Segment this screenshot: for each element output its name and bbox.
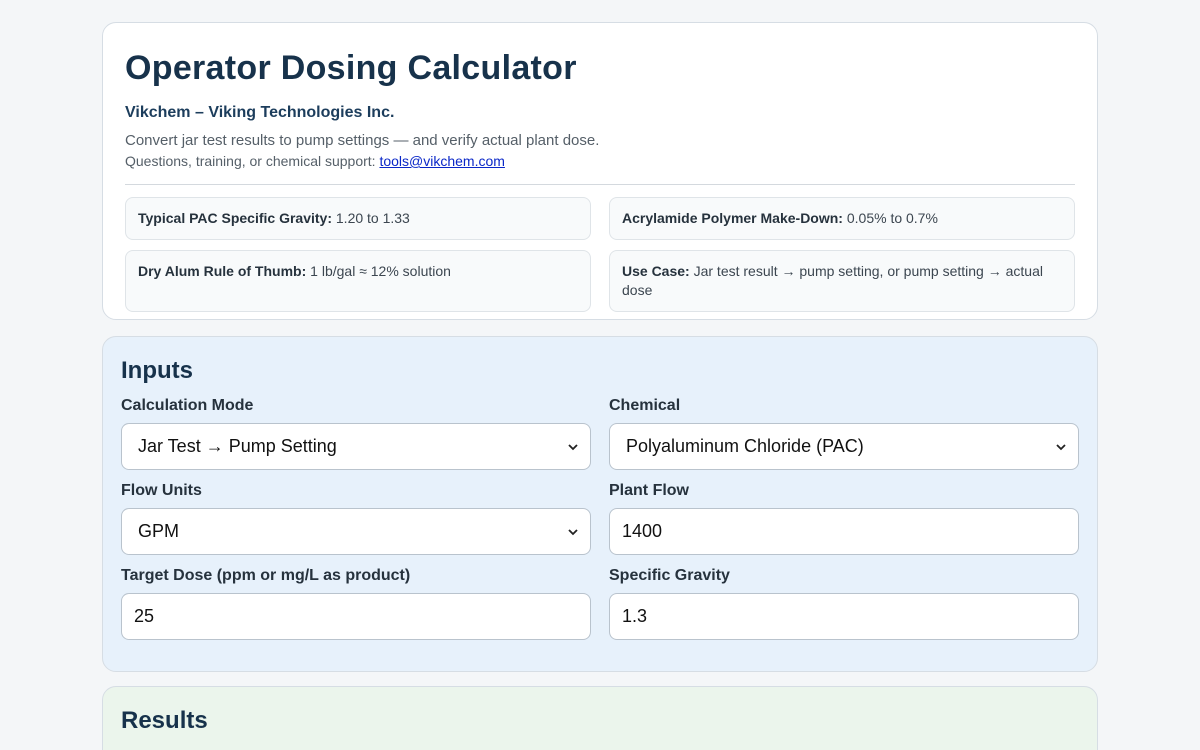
specific-gravity-value: 1.3 [622,606,648,626]
flow-units-select[interactable]: GPM [121,508,591,555]
fact-value: 1 lb/gal ≈ 12% solution [310,263,451,279]
chevron-down-icon [1056,443,1066,450]
chemical-value: Polyaluminum Chloride (PAC) [626,436,864,456]
specific-gravity-field: Specific Gravity 1.3 [609,567,1079,640]
facts-grid: Typical PAC Specific Gravity: 1.20 to 1.… [125,197,1075,312]
header-card: Operator Dosing Calculator Vikchem – Vik… [102,22,1098,320]
fact-value: 1.20 to 1.33 [335,210,410,226]
plant-flow-input[interactable]: 1400 [609,508,1079,555]
contact-line: Questions, training, or chemical support… [125,153,1075,169]
inputs-title: Inputs [121,357,193,384]
plant-flow-label: Plant Flow [609,482,689,499]
divider [125,184,1075,185]
chemical-select[interactable]: Polyaluminum Chloride (PAC) [609,423,1079,470]
fact-label: Acrylamide Polymer Make-Down: [622,210,843,226]
plant-flow-value: 1400 [622,521,663,541]
page-title: Operator Dosing Calculator [125,49,577,87]
specific-gravity-input[interactable]: 1.3 [609,593,1079,640]
fact-polymer-makedown: Acrylamide Polymer Make-Down: 0.05% to 0… [609,197,1075,240]
chemical-label: Chemical [609,397,681,414]
calc-mode-label: Calculation Mode [121,397,254,414]
plant-flow-field: Plant Flow 1400 [609,482,1079,555]
company-name: Vikchem – Viking Technologies Inc. [125,104,395,121]
inputs-card: Inputs Calculation Mode Jar Test → Pump … [102,336,1098,672]
chevron-down-icon [568,528,578,535]
target-dose-field: Target Dose (ppm or mg/L as product) 25 [121,567,591,640]
chemical-field: Chemical Polyaluminum Chloride (PAC) [609,397,1079,470]
flow-units-field: Flow Units GPM [121,482,591,555]
fact-label: Dry Alum Rule of Thumb: [138,263,307,279]
flow-units-value: GPM [138,521,180,541]
calc-mode-select[interactable]: Jar Test → Pump Setting [121,423,591,470]
target-dose-value: 25 [134,606,155,626]
chevron-down-icon [568,443,578,450]
fact-pac-sg: Typical PAC Specific Gravity: 1.20 to 1.… [125,197,591,240]
fact-label: Use Case: [622,263,690,279]
calc-mode-value: Jar Test → Pump Setting [138,436,337,456]
flow-units-label: Flow Units [121,482,202,499]
fact-dry-alum: Dry Alum Rule of Thumb: 1 lb/gal ≈ 12% s… [125,250,591,312]
inputs-grid: Calculation Mode Jar Test → Pump Setting… [121,397,1079,652]
fact-use-case: Use Case: Jar test result → pump setting… [609,250,1075,312]
fact-value: 0.05% to 0.7% [846,210,938,226]
page-description: Convert jar test results to pump setting… [125,132,600,149]
results-title: Results [121,707,208,734]
fact-label: Typical PAC Specific Gravity: [138,210,332,226]
calc-mode-field: Calculation Mode Jar Test → Pump Setting [121,397,591,470]
results-card: Results [102,686,1098,750]
contact-email-link[interactable]: tools@vikchem.com [379,153,504,169]
specific-gravity-label: Specific Gravity [609,567,730,584]
contact-prefix: Questions, training, or chemical support… [125,153,376,169]
target-dose-label: Target Dose (ppm or mg/L as product) [121,567,411,584]
target-dose-input[interactable]: 25 [121,593,591,640]
